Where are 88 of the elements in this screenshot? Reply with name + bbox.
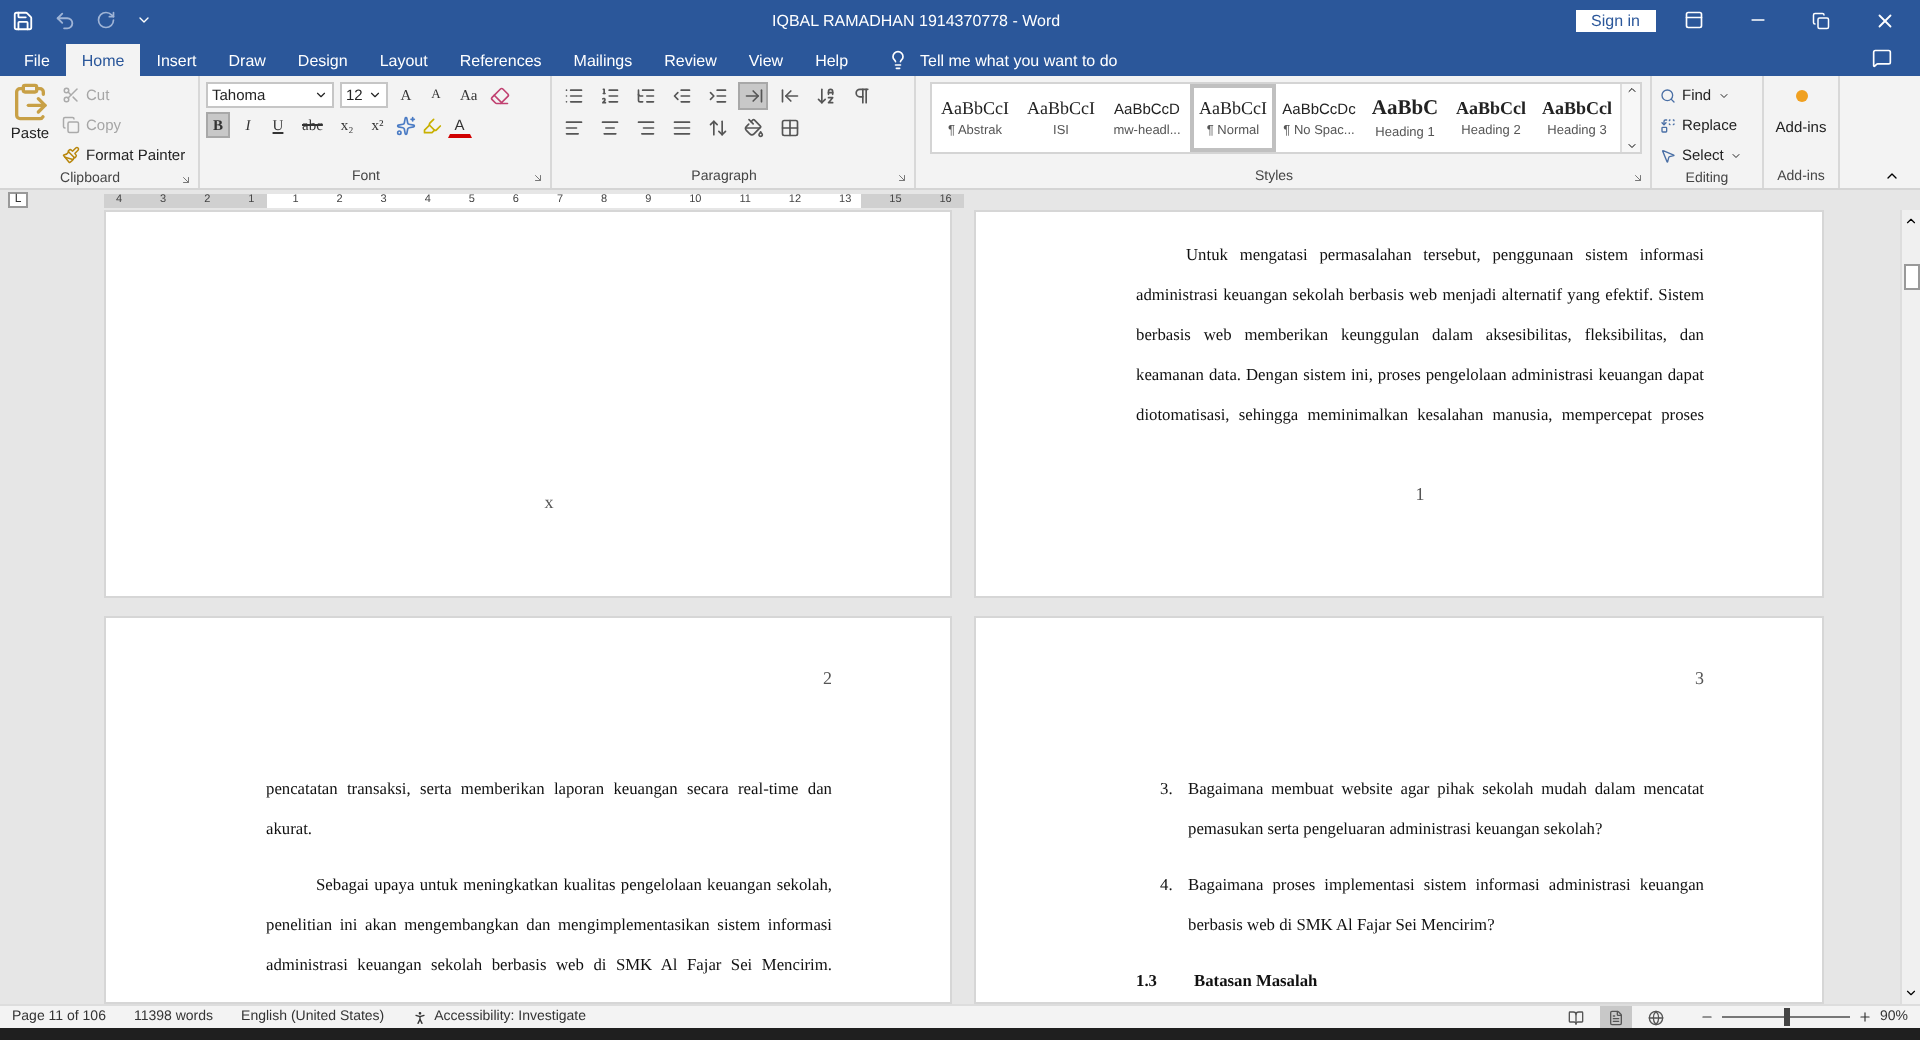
page-number: 2 xyxy=(823,666,832,692)
redo-icon[interactable] xyxy=(96,10,116,30)
caret-icon xyxy=(1729,149,1742,161)
ribbon-tab[interactable]: Home xyxy=(65,44,141,76)
zoom-in-icon[interactable] xyxy=(1857,1010,1872,1024)
body-paragraph: pencatatan transaksi, serta memberikan laporan keuangan secara real-time dan akurat. xyxy=(266,778,832,842)
left-to-right-button[interactable] xyxy=(738,82,768,110)
list-item-text: Bagaimana membuat website agar pihak sekolah mudah dalam mencatat pemasukan serta pengeluaran administrasi keuangan sekolah? xyxy=(1188,778,1704,842)
numbering-icon xyxy=(599,86,619,106)
style-preview: AaBbCcI xyxy=(941,98,1009,118)
page-number: 3 xyxy=(1695,666,1704,692)
heading-number: 1.3 xyxy=(1136,970,1159,994)
body-paragraph: Untuk mengatasi permasalahan tersebut, penggunaan sistem informasi administrasi keuangan sekolah berbasis web menjadi alternatif yang efektif. Sistem berbasis web memberikan keunggulan dalam aksesibilitas, fleksibilitas, dan keamanan data. Dengan sistem ini, proses pengelolaan administrasi keuangan dapat diotomatisasi, sehingga meminimalkan kesalahan manusia, mempercepat proses xyxy=(1136,244,1704,428)
window-title: IQBAL RAMADHAN 1914370778 - Word xyxy=(772,11,1063,29)
clipboard-icon xyxy=(10,82,50,122)
save-icon[interactable] xyxy=(12,9,34,31)
tell-me-search[interactable]: Tell me what you want to do xyxy=(876,44,1130,76)
page-number: 1 xyxy=(1415,482,1425,508)
ribbon-tab[interactable]: Design xyxy=(281,44,364,76)
caret-icon xyxy=(368,88,382,102)
zoom-slider-thumb[interactable] xyxy=(1783,1008,1790,1026)
left-to-right-icon xyxy=(743,86,763,106)
style-preview: AaBbCcl xyxy=(1455,98,1526,118)
page-icon xyxy=(1607,1009,1624,1025)
customize-toolbar-icon[interactable] xyxy=(136,12,152,28)
body-paragraph: Sebagai upaya untuk meningkatkan kualitas pengelolaan keuangan sekolah, penelitian ini akan mengembangkan dan mengimplementasikan sistem informasi administrasi keuangan sekolah berbasis web di SMK Al Fajar Sei Mencirim. xyxy=(266,874,832,978)
ribbon-tab[interactable]: Draw xyxy=(212,44,282,76)
dialog-launcher-icon[interactable] xyxy=(896,171,909,183)
print-view-button[interactable] xyxy=(1599,1006,1632,1028)
style-preview: AaBbCcI xyxy=(1027,98,1095,118)
dialog-launcher-icon[interactable] xyxy=(532,171,545,183)
replace-icon xyxy=(1660,117,1676,133)
close-icon[interactable] xyxy=(1874,9,1896,31)
caret-icon xyxy=(314,88,328,102)
style-preview: AaBbCcl xyxy=(1541,98,1612,118)
ribbon-tab[interactable]: Insert xyxy=(140,44,213,76)
add-ins-icon xyxy=(1795,90,1807,102)
ribbon-tab[interactable]: View xyxy=(732,44,800,76)
ribbon-tab[interactable]: Mailings xyxy=(557,44,649,76)
comments-icon[interactable] xyxy=(1872,48,1892,68)
style-preview: AaBbC xyxy=(1371,97,1439,119)
increase-indent-icon xyxy=(707,86,727,106)
right-to-left-icon xyxy=(779,86,799,106)
borders-icon xyxy=(779,118,799,138)
restore-icon[interactable] xyxy=(1812,11,1830,29)
decrease-indent-icon xyxy=(671,86,691,106)
justify-icon xyxy=(671,118,691,138)
list-number: 4. xyxy=(1160,874,1175,898)
ribbon-tab[interactable]: References xyxy=(443,44,558,76)
sign-in-button[interactable]: Sign in xyxy=(1575,9,1656,31)
book-icon xyxy=(1567,1009,1584,1025)
undo-icon[interactable] xyxy=(54,9,76,31)
ribbon-tab[interactable]: Review xyxy=(648,44,733,76)
dialog-launcher-icon[interactable] xyxy=(1632,171,1644,183)
copy-icon xyxy=(62,116,80,134)
scrollbar-thumb[interactable] xyxy=(1903,264,1919,290)
pointer-icon xyxy=(1660,147,1676,163)
search-icon xyxy=(1660,87,1676,103)
collapse-ribbon-icon[interactable] xyxy=(1884,168,1900,184)
section-heading: Batasan Masalah xyxy=(1194,970,1318,994)
ribbon-display-icon[interactable] xyxy=(1684,10,1704,30)
caret-icon xyxy=(1717,89,1730,101)
align-right-icon xyxy=(635,118,655,138)
zoom-out-icon[interactable] xyxy=(1699,1010,1714,1024)
list-number: 3. xyxy=(1160,778,1175,802)
text-effects-icon[interactable] xyxy=(395,115,416,135)
dialog-launcher-icon[interactable] xyxy=(180,173,192,185)
ribbon-tab[interactable]: File xyxy=(8,44,66,76)
style-preview: AaBbCcI xyxy=(1199,98,1267,118)
page-text: x xyxy=(544,490,554,516)
ribbon-tab[interactable]: Help xyxy=(799,44,865,76)
shading-icon xyxy=(743,118,763,138)
paintbrush-icon xyxy=(62,146,80,164)
scissors-icon xyxy=(62,86,80,104)
clear-formatting-icon[interactable] xyxy=(489,85,510,105)
multilevel-list-icon xyxy=(635,86,655,106)
align-center-icon xyxy=(599,118,619,138)
list-item-text: Bagaimana proses implementasi sistem informasi administrasi keuangan berbasis web di SMK Al Fajar Sei Mencirim? xyxy=(1188,874,1704,938)
scroll-up-icon[interactable] xyxy=(1904,214,1918,228)
scroll-down-icon[interactable] xyxy=(1904,986,1918,1000)
globe-icon xyxy=(1647,1009,1664,1025)
align-left-icon xyxy=(563,118,583,138)
lightbulb-icon xyxy=(888,50,909,70)
ribbon-tab[interactable]: Layout xyxy=(363,44,444,76)
line-spacing-icon xyxy=(707,118,727,138)
sort-icon xyxy=(815,86,835,106)
show-marks-icon xyxy=(851,86,871,106)
person-icon xyxy=(412,1009,429,1025)
